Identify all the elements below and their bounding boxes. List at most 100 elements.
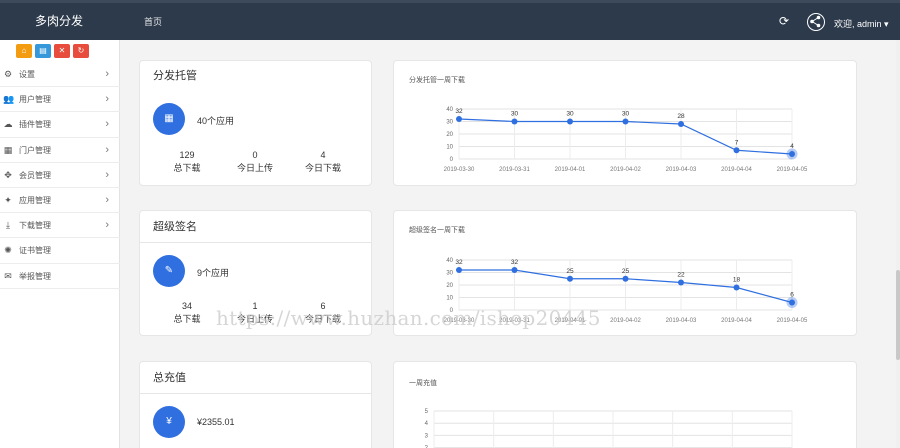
sidebar-item-members[interactable]: ✥ 会员管理 › bbox=[0, 163, 120, 188]
chevron-right-icon: › bbox=[105, 118, 109, 131]
data-label: 4 bbox=[790, 143, 794, 150]
data-label: 30 bbox=[566, 111, 574, 118]
hosting-weekly-chart: 0 10 20 30 40 2019-03-30 2019-03-31 2019-04-01 2… bbox=[444, 107, 808, 173]
sidebar-item-settings[interactable]: ⚙ 设置 › bbox=[0, 62, 120, 88]
app-count: 9个应用 bbox=[197, 268, 230, 278]
chevron-right-icon: › bbox=[105, 93, 109, 106]
quick-actions: ⌂ ▤ ✕ ↻ bbox=[16, 44, 89, 58]
data-point bbox=[733, 147, 740, 154]
sidebar-item-certificates[interactable]: ✺ 证书管理 bbox=[0, 238, 120, 264]
y-tick-label: 20 bbox=[446, 283, 453, 289]
y-tick-label: 30 bbox=[446, 271, 453, 277]
y-tick-label: 10 bbox=[446, 296, 453, 302]
card-title: 分发托管 bbox=[153, 70, 197, 82]
sidebar-item-label: 下载管理 bbox=[19, 221, 51, 231]
hosting-summary-card: 分发托管 ▦ 40个应用 129 总下载 0 今日上传 4 今日下载 bbox=[139, 60, 372, 186]
data-label: 25 bbox=[622, 268, 630, 275]
title-divider bbox=[140, 242, 371, 243]
scrollbar-thumb[interactable] bbox=[896, 270, 900, 360]
stat-label: 今日上传 bbox=[236, 163, 273, 173]
y-tick-label: 3 bbox=[425, 433, 429, 439]
yen-icon: ¥ bbox=[153, 406, 185, 438]
x-tick-label: 2019-04-03 bbox=[666, 318, 697, 324]
users-icon: 👥 bbox=[3, 94, 15, 105]
pencil-icon: ✎ bbox=[153, 255, 185, 287]
gears-icon: ⚙ bbox=[3, 69, 13, 79]
hosting-weekly-chart-card: 分发托管一周下载 0 10 20 30 40 2019-03-30 2019-03-31 20… bbox=[393, 60, 857, 186]
data-point bbox=[733, 284, 740, 291]
x-tick-label: 2019-04-05 bbox=[777, 167, 808, 173]
sidebar-item-label: 会员管理 bbox=[19, 170, 51, 180]
data-label: 7 bbox=[735, 139, 739, 146]
data-point bbox=[456, 267, 462, 273]
download-icon: ⤓ bbox=[6, 220, 10, 231]
stat-label: 今日上传 bbox=[236, 314, 273, 324]
x-tick-label: 2019-03-31 bbox=[499, 167, 530, 173]
cloud-icon: ☁ bbox=[3, 119, 13, 130]
sidebar-item-users[interactable]: 👥 用户管理 › bbox=[0, 87, 120, 113]
x-tick-label: 2019-04-04 bbox=[721, 167, 752, 173]
y-tick-label: 5 bbox=[425, 409, 429, 415]
data-point bbox=[622, 275, 629, 282]
y-tick-label: 0 bbox=[450, 157, 454, 163]
sidebar-item-apps[interactable]: ✦ 应用管理 › bbox=[0, 188, 120, 214]
signature-weekly-chart-card: 超级签名一周下载 0 10 20 30 40 2019-03-30 2019-03-31 20… bbox=[393, 210, 857, 336]
y-tick-label: 40 bbox=[446, 258, 453, 264]
sidebar-item-label: 插件管理 bbox=[19, 120, 51, 130]
x-tick-label: 2019-04-02 bbox=[610, 167, 641, 173]
x-tick-label: 2019-04-02 bbox=[610, 318, 641, 324]
x-tick-label: 2019-03-30 bbox=[444, 167, 475, 173]
stat-label: 今日下载 bbox=[304, 163, 341, 173]
stat-value: 4 bbox=[320, 150, 326, 160]
x-tick-label: 2019-04-01 bbox=[555, 318, 586, 324]
app-count: 40个应用 bbox=[197, 116, 235, 126]
share-icon[interactable] bbox=[807, 13, 825, 31]
stat-today-uploads: 0 今日上传 bbox=[225, 149, 285, 175]
sidebar-item-portal[interactable]: ▦ 门户管理 › bbox=[0, 138, 120, 163]
data-label: 28 bbox=[677, 113, 685, 120]
x-tick-label: 2019-03-30 bbox=[444, 318, 475, 324]
brand-title[interactable]: 多肉分发 bbox=[0, 0, 118, 40]
y-tick-label: 0 bbox=[450, 308, 454, 314]
data-point bbox=[789, 299, 795, 306]
sidebar: ⌂ ▤ ✕ ↻ ⚙ 设置 › 👥 用户管理 › ☁ 插件管理 › ▦ 门户管理 … bbox=[0, 40, 120, 448]
data-point bbox=[622, 118, 629, 125]
data-point bbox=[789, 151, 795, 157]
sidebar-item-label: 用户管理 bbox=[19, 95, 51, 105]
data-label: 6 bbox=[790, 292, 794, 299]
sidebar-item-label: 门户管理 bbox=[19, 145, 51, 155]
sidebar-item-label: 证书管理 bbox=[19, 246, 51, 256]
data-point bbox=[511, 267, 518, 273]
sidebar-item-reports[interactable]: ✉ 举报管理 bbox=[0, 264, 120, 289]
data-point bbox=[678, 279, 684, 286]
data-label: 18 bbox=[733, 277, 741, 284]
file-icon[interactable]: ▤ bbox=[35, 44, 51, 58]
reload-icon[interactable]: ↻ bbox=[73, 44, 89, 58]
data-label: 22 bbox=[677, 272, 685, 279]
chevron-right-icon: › bbox=[105, 143, 109, 156]
sidebar-item-label: 举报管理 bbox=[19, 271, 51, 281]
trash-icon[interactable]: ✕ bbox=[54, 44, 70, 58]
nav-home-link[interactable]: 首页 bbox=[144, 0, 162, 40]
sidebar-item-label: 应用管理 bbox=[19, 195, 51, 205]
sidebar-item-downloads[interactable]: ⤓ 下载管理 › bbox=[0, 213, 120, 239]
x-tick-label: 2019-04-05 bbox=[777, 318, 808, 324]
data-label: 32 bbox=[455, 108, 463, 115]
stat-today-downloads: 6 今日下载 bbox=[293, 300, 353, 326]
home-icon[interactable]: ⌂ bbox=[16, 44, 32, 58]
refresh-icon[interactable]: ⟳ bbox=[778, 15, 790, 27]
page-scrollbar[interactable] bbox=[896, 40, 900, 448]
data-label: 32 bbox=[455, 259, 463, 266]
chevron-right-icon: › bbox=[105, 68, 109, 80]
grid-icon: ▦ bbox=[3, 144, 13, 155]
stat-label: 总下载 bbox=[173, 314, 201, 324]
data-point bbox=[511, 118, 518, 125]
stat-total-downloads: 34 总下载 bbox=[157, 300, 217, 326]
sidebar-item-plugins[interactable]: ☁ 插件管理 › bbox=[0, 112, 120, 138]
recharge-summary-card: 总充值 ¥ ¥2355.01 bbox=[139, 361, 372, 448]
stat-value: 1 bbox=[252, 301, 258, 311]
user-menu[interactable]: 欢迎, admin ▾ bbox=[834, 0, 889, 40]
recharge-weekly-chart: 2345 bbox=[425, 409, 793, 448]
data-point bbox=[678, 121, 684, 127]
chevron-right-icon: › bbox=[105, 219, 109, 232]
